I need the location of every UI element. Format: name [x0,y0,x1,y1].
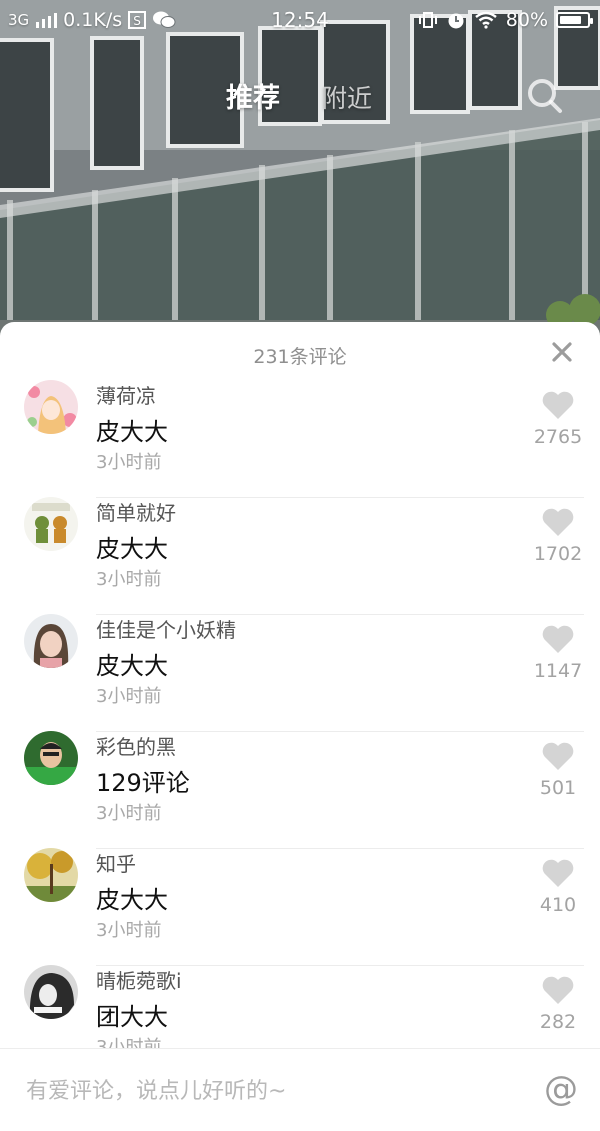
comment-author[interactable]: 薄荷凉 [96,380,156,409]
comment-text: 皮大大 [96,886,168,914]
search-button[interactable] [525,76,565,116]
like-count: 410 [539,894,577,916]
building-scene-image [0,0,600,340]
like-button[interactable]: 1147 [532,624,584,682]
like-button[interactable]: 410 [532,858,584,916]
avatar[interactable] [24,614,78,668]
comment-input[interactable] [24,1071,528,1111]
alarm-icon [448,13,464,29]
comment-time: 3小时前 [96,686,162,707]
battery-fill [560,16,581,24]
tab-nearby[interactable]: 附近 [322,79,372,115]
mention-button[interactable]: @ [544,1069,578,1109]
comment-text: 团大大 [96,1003,168,1031]
search-icon [528,79,562,113]
comment-author[interactable]: 晴栀菀歌i [96,965,182,994]
avatar[interactable] [24,848,78,902]
heart-icon [542,391,574,419]
status-bar: 3G 0.1K/s S 12:54 80% [0,0,600,40]
comment-text: 皮大大 [96,652,168,680]
comment-time: 3小时前 [96,569,162,590]
comment-author[interactable]: 知乎 [96,848,136,877]
comment-text: 129评论 [96,769,190,797]
autumn-tree-avatar-icon [24,848,78,902]
like-button[interactable]: 501 [532,741,584,799]
wifi-icon [474,11,497,29]
like-count: 1147 [533,660,583,682]
close-button[interactable] [548,338,576,366]
avatar[interactable] [24,731,78,785]
comment-item: 佳佳是个小妖精 皮大大 3小时前 1147 [24,614,584,731]
comment-count-title: 231条评论 [253,346,347,368]
girl-photo-avatar-icon [24,614,78,668]
comment-text: 皮大大 [96,418,168,446]
battery-percent: 80% [505,9,548,31]
top-nav: 推荐 附近 [0,76,600,116]
avatar[interactable] [24,380,78,434]
heart-icon [542,976,574,1004]
comment-time: 3小时前 [96,452,162,473]
comments-header: 231条评论 [0,322,600,380]
like-count: 282 [539,1011,577,1033]
cartoon-bears-avatar-icon [24,497,78,551]
heart-icon [542,625,574,653]
heart-icon [542,859,574,887]
comment-author[interactable]: 简单就好 [96,497,176,526]
heart-icon [542,508,574,536]
vibrate-icon [418,12,437,28]
comment-time: 3小时前 [96,920,162,941]
like-button[interactable]: 282 [532,975,584,1033]
like-button[interactable]: 1702 [532,507,584,565]
comment-text: 皮大大 [96,535,168,563]
comment-list: 薄荷凉 皮大大 3小时前 2765 简单就好 皮大大 3小时前 1702 佳佳是… [0,380,600,1082]
comment-item: 简单就好 皮大大 3小时前 1702 [24,497,584,614]
like-button[interactable]: 2765 [532,390,584,448]
video-background[interactable] [0,0,600,340]
status-right: 80% [418,9,593,31]
comment-author[interactable]: 彩色的黑 [96,731,176,760]
like-count: 2765 [533,426,583,448]
comments-sheet: 231条评论 薄荷凉 皮大大 3小时前 2765 简单就好 皮大大 3小时前 1… [0,322,600,1130]
like-count: 501 [539,777,577,799]
anime-girl-avatar-icon [24,380,78,434]
man-green-avatar-icon [24,731,78,785]
like-count: 1702 [533,543,583,565]
comment-item: 彩色的黑 129评论 3小时前 501 [24,731,584,848]
comment-author[interactable]: 佳佳是个小妖精 [96,614,236,643]
tab-recommend[interactable]: 推荐 [226,76,280,115]
comment-item: 薄荷凉 皮大大 3小时前 2765 [24,380,584,497]
comment-item: 知乎 皮大大 3小时前 410 [24,848,584,965]
heart-icon [542,742,574,770]
close-icon [552,342,572,362]
comment-input-bar: @ [0,1048,600,1131]
comment-time: 3小时前 [96,803,162,824]
avatar[interactable] [24,497,78,551]
bw-girl-avatar-icon [24,965,78,1019]
battery-icon [556,12,593,28]
avatar[interactable] [24,965,78,1019]
